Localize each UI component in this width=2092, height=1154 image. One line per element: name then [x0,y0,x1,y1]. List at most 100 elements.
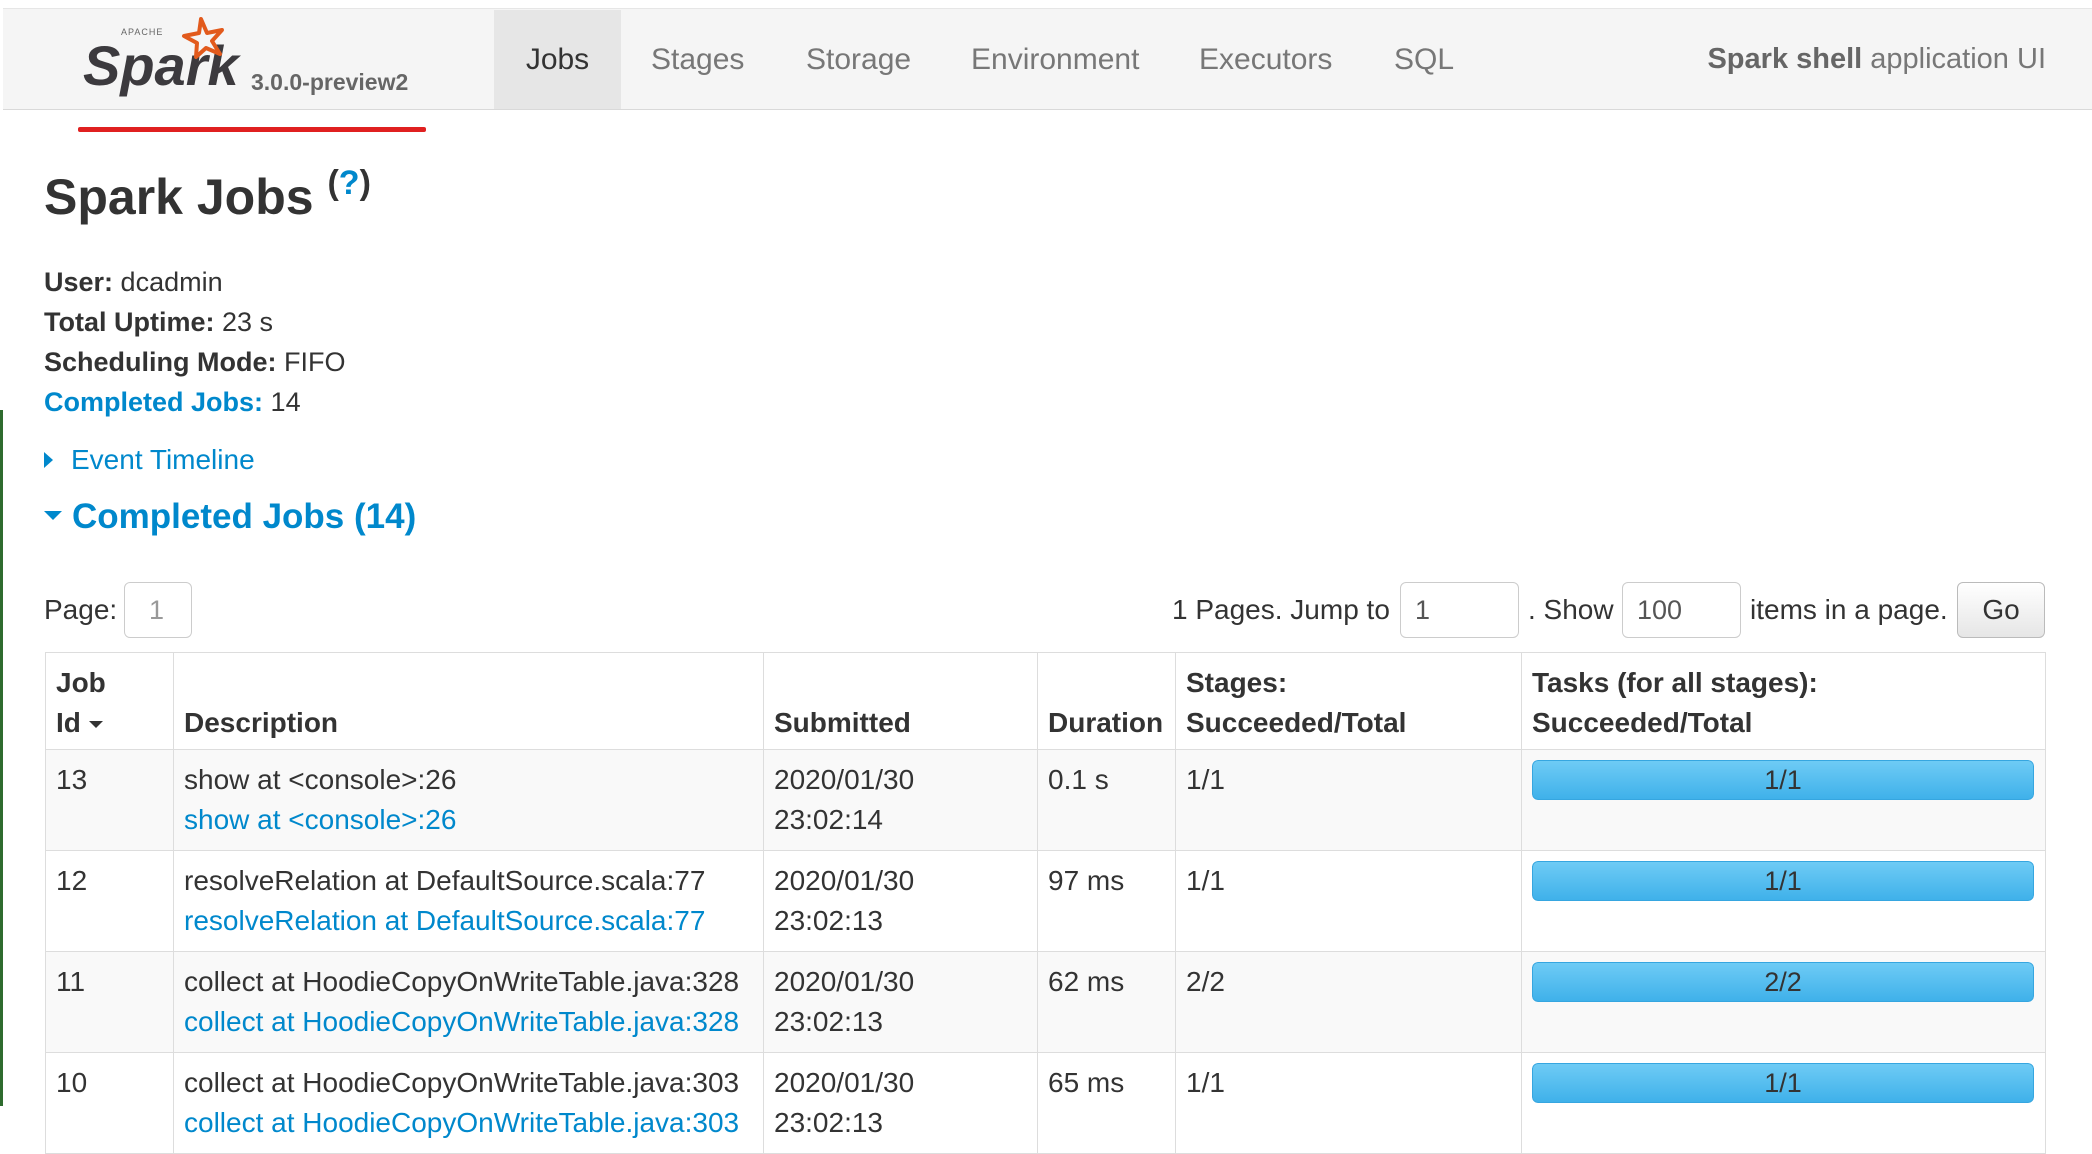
submitted-date: 2020/01/30 [774,764,915,795]
submitted-date: 2020/01/30 [774,966,915,997]
duration-cell: 65 ms [1037,1052,1176,1154]
header-job-id-line2: Id [56,707,81,738]
job-description-link[interactable]: collect at HoodieCopyOnWriteTable.java:3… [184,1107,739,1138]
page-label: Page: [44,594,118,625]
page-size-input[interactable]: 100 [1622,582,1741,638]
stages-cell: 1/1 [1175,1052,1522,1154]
go-button[interactable]: Go [1957,582,2045,638]
event-timeline-toggle[interactable]: Event Timeline [44,444,255,476]
completed-jobs-title: Completed Jobs (14) [72,497,417,536]
page-input[interactable]: 1 [124,582,192,638]
progress-label: 1/1 [1764,866,1802,896]
job-description: collect at HoodieCopyOnWriteTable.java:3… [184,966,740,997]
user-label: User: [44,267,114,297]
completed-jobs-link[interactable]: Completed Jobs: [44,387,263,417]
completed-jobs-count: 14 [270,387,301,417]
app-suffix: application UI [1870,43,2046,75]
tasks-cell: 1/1 [1521,749,2046,851]
spark-logo-wordmark: Spark [83,34,241,97]
job-id-cell: 13 [45,749,174,851]
duration-cell: 62 ms [1037,951,1176,1053]
completed-jobs-header[interactable]: Completed Jobs (14) [44,497,416,537]
jump-to-page-input[interactable]: 1 [1400,582,1519,638]
table-header-row: Job Id Description Submitted Duration Sta… [45,652,2046,750]
header-tasks-line1: Tasks (for all stages): [1532,667,1818,698]
submitted-time: 23:02:14 [774,804,883,835]
annotation-underline [78,127,426,132]
header-stages-line2: Succeeded/Total [1186,707,1407,738]
header-tasks[interactable]: Tasks (for all stages): Succeeded/Total [1521,652,2046,750]
header-submitted[interactable]: Submitted [763,652,1038,750]
window-edge-strip [0,410,3,1106]
spark-logo-icon: APACHE Spark [83,17,241,97]
collapse-down-icon [44,511,62,521]
description-cell: collect at HoodieCopyOnWriteTable.java:3… [173,951,764,1053]
spark-brand[interactable]: APACHE Spark 3.0.0-preview2 [81,13,421,105]
description-cell: collect at HoodieCopyOnWriteTable.java:3… [173,1052,764,1154]
summary-scheduling: Scheduling Mode: FIFO [44,342,346,382]
help-link[interactable]: ? [339,164,360,202]
submitted-cell: 2020/01/30 23:02:14 [763,749,1038,851]
job-description-link[interactable]: collect at HoodieCopyOnWriteTable.java:3… [184,1006,739,1037]
tasks-cell: 2/2 [1521,951,2046,1053]
tasks-progress-bar: 1/1 [1532,861,2034,901]
event-timeline-label: Event Timeline [71,444,255,475]
header-stages-line1: Stages: [1186,667,1288,698]
app-title: Spark shell application UI [1707,9,2046,109]
pages-jump-label: 1 Pages. Jump to [1172,594,1390,625]
stages-cell: 1/1 [1175,749,1522,851]
jobs-table: Job Id Description Submitted Duration Sta… [45,652,2046,1154]
page-title-text: Spark Jobs [44,169,314,225]
header-description[interactable]: Description [173,652,764,750]
submitted-time: 23:02:13 [774,1107,883,1138]
show-label: . Show [1528,594,1614,625]
header-duration[interactable]: Duration [1037,652,1176,750]
submitted-cell: 2020/01/30 23:02:13 [763,1052,1038,1154]
table-row: 12 resolveRelation at DefaultSource.scal… [45,850,2046,952]
table-row: 11 collect at HoodieCopyOnWriteTable.jav… [45,951,2046,1053]
tasks-progress-bar: 1/1 [1532,1063,2034,1103]
description-cell: resolveRelation at DefaultSource.scala:7… [173,850,764,952]
uptime-value: 23 s [222,307,274,337]
stages-cell: 1/1 [1175,850,1522,952]
tab-storage[interactable]: Storage [776,10,941,109]
job-description: resolveRelation at DefaultSource.scala:7… [184,865,706,896]
job-description: collect at HoodieCopyOnWriteTable.java:3… [184,1067,740,1098]
progress-label: 2/2 [1764,967,1802,997]
job-summary: User: dcadmin Total Uptime: 23 s Schedul… [44,262,346,422]
header-stages[interactable]: Stages: Succeeded/Total [1175,652,1522,750]
help-tooltip[interactable]: (?) [327,164,370,202]
items-per-page-label: items in a page. [1750,594,1948,625]
table-row: 10 collect at HoodieCopyOnWriteTable.jav… [45,1052,2046,1154]
submitted-time: 23:02:13 [774,1006,883,1037]
progress-label: 1/1 [1764,765,1802,795]
app-name: Spark shell [1707,43,1863,75]
submitted-cell: 2020/01/30 23:02:13 [763,951,1038,1053]
duration-cell: 0.1 s [1037,749,1176,851]
tasks-progress-bar: 1/1 [1532,760,2034,800]
tasks-progress-bar: 2/2 [1532,962,2034,1002]
tab-executors[interactable]: Executors [1169,10,1362,109]
submitted-time: 23:02:13 [774,905,883,936]
job-id-cell: 10 [45,1052,174,1154]
tasks-cell: 1/1 [1521,850,2046,952]
tab-stages[interactable]: Stages [621,10,774,109]
summary-completed: Completed Jobs: 14 [44,382,346,422]
header-job-id-line1: Job [56,667,106,698]
job-id-cell: 12 [45,850,174,952]
uptime-label: Total Uptime: [44,307,215,337]
progress-label: 1/1 [1764,1068,1802,1098]
summary-uptime: Total Uptime: 23 s [44,302,346,342]
job-description: show at <console>:26 [184,764,457,795]
description-cell: show at <console>:26 show at <console>:26 [173,749,764,851]
submitted-cell: 2020/01/30 23:02:13 [763,850,1038,952]
tab-jobs[interactable]: Jobs [494,10,621,109]
header-job-id[interactable]: Job Id [45,652,174,750]
job-description-link[interactable]: resolveRelation at DefaultSource.scala:7… [184,905,705,936]
expand-right-icon [44,451,53,468]
user-value: dcadmin [120,267,223,297]
tab-sql[interactable]: SQL [1364,10,1484,109]
tab-environment[interactable]: Environment [941,10,1169,109]
submitted-date: 2020/01/30 [774,865,915,896]
job-description-link[interactable]: show at <console>:26 [184,804,456,835]
